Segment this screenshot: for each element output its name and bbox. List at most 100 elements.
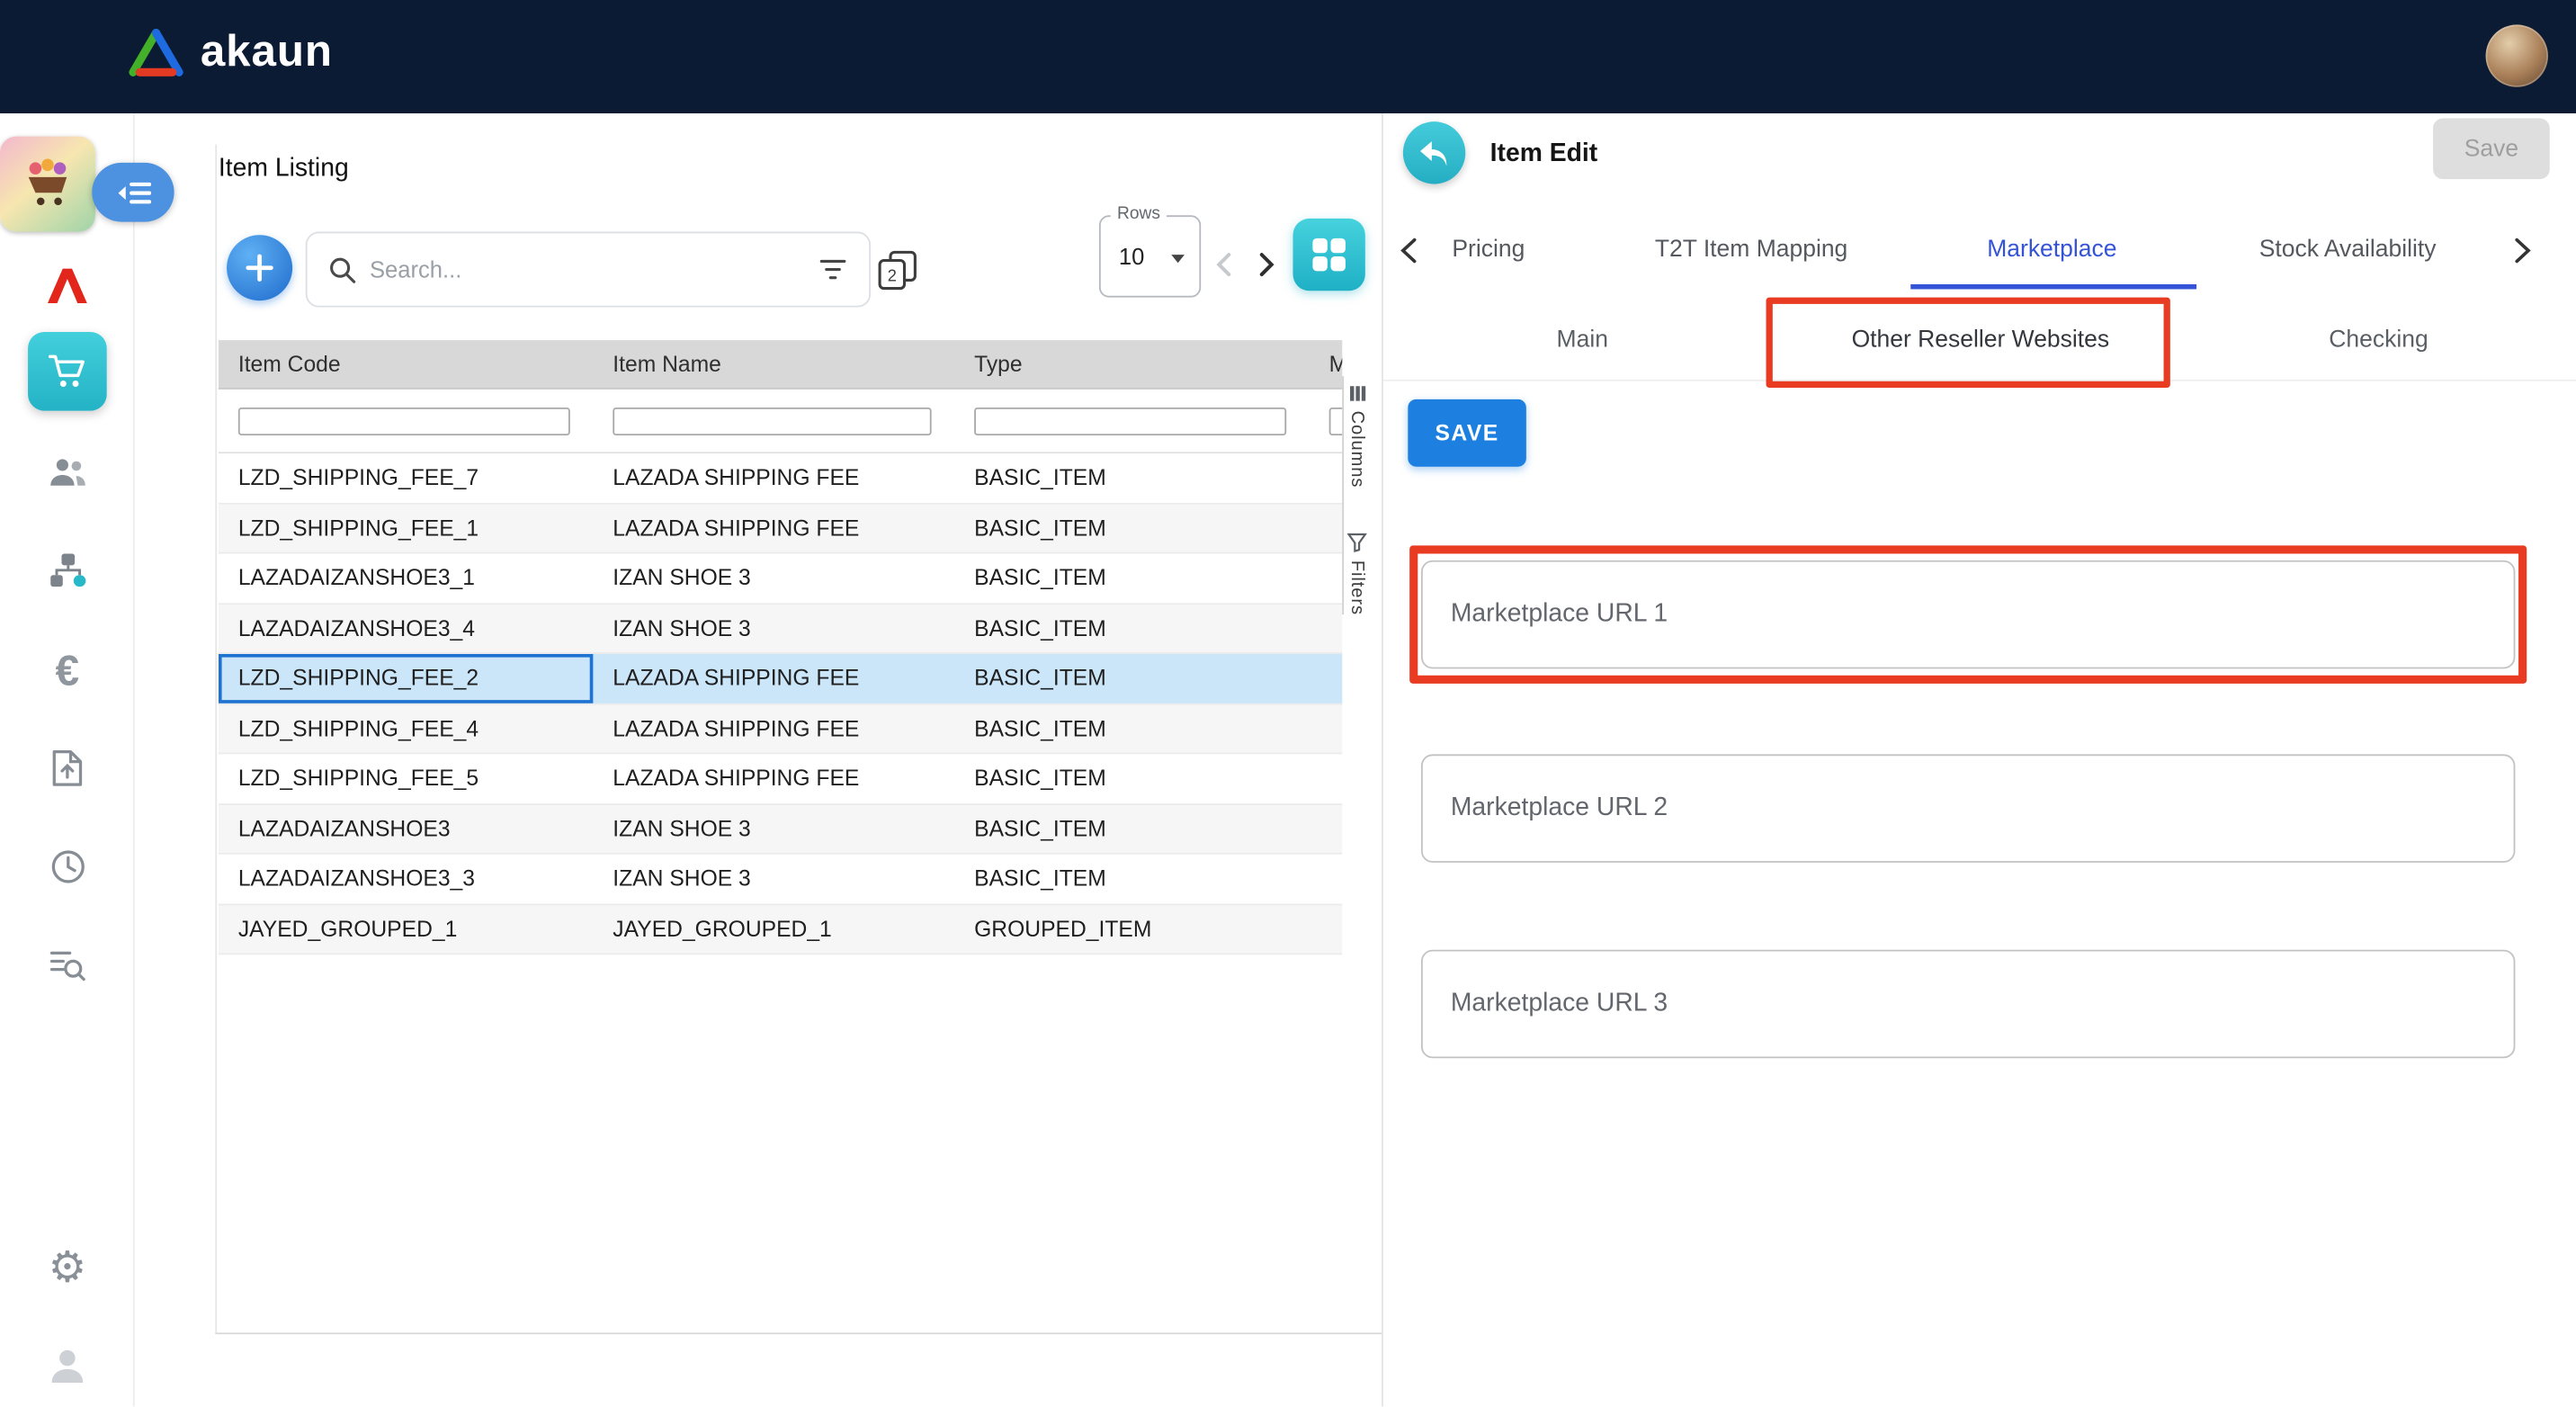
table-row[interactable]: LZD_SHIPPING_FEE_1 LAZADA SHIPPING FEE B… xyxy=(219,504,1342,554)
settings-button[interactable]: ⚙ xyxy=(0,1244,135,1294)
search-list-icon xyxy=(49,947,85,981)
brand[interactable]: akaun xyxy=(128,26,332,77)
cell-item-code: LAZADAIZANSHOE3_3 xyxy=(219,855,593,903)
tab-t2t-item-mapping[interactable]: T2T Item Mapping xyxy=(1655,212,1847,290)
filter-input-item-code[interactable] xyxy=(238,407,570,435)
table-row[interactable]: LAZADAIZANSHOE3 IZAN SHOE 3 BASIC_ITEM xyxy=(219,804,1342,855)
filter-input-type[interactable] xyxy=(974,407,1286,435)
finance-module-button[interactable]: € xyxy=(0,646,135,695)
history-clock-icon xyxy=(49,847,86,885)
active-tab-indicator xyxy=(1910,284,2196,289)
marketplace-url-2-input[interactable] xyxy=(1421,754,2515,863)
cell-item-code: LZD_SHIPPING_FEE_4 xyxy=(219,704,593,753)
cell-item-code: LAZADAIZANSHOE3_4 xyxy=(219,604,593,652)
shopping-cart-icon xyxy=(48,354,87,390)
history-button[interactable] xyxy=(0,843,135,889)
copy-pages-icon: 2 xyxy=(877,250,918,291)
cell-item-name: JAYED_GROUPED_1 xyxy=(593,905,954,954)
cell-type: BASIC_ITEM xyxy=(954,654,1310,703)
pos-module-button[interactable] xyxy=(0,332,135,411)
red-a-glyph-icon xyxy=(46,266,88,306)
file-upload-button[interactable] xyxy=(0,744,135,790)
search-box xyxy=(306,232,871,308)
back-button[interactable] xyxy=(1403,121,1465,184)
flower-basket-icon xyxy=(18,157,77,212)
app-thumbnail-image[interactable] xyxy=(0,137,95,232)
cell-type: BASIC_ITEM xyxy=(954,804,1310,853)
audit-search-button[interactable] xyxy=(0,942,135,988)
filters-panel-toggle[interactable]: Filters xyxy=(1344,524,1370,614)
table-row[interactable]: LAZADAIZANSHOE3_1 IZAN SHOE 3 BASIC_ITEM xyxy=(219,554,1342,605)
cell-item-code: LZD_SHIPPING_FEE_2 xyxy=(219,654,593,703)
cell-item-name: IZAN SHOE 3 xyxy=(593,554,954,603)
rows-per-page-select[interactable]: Rows 10 xyxy=(1099,215,1201,297)
person-icon xyxy=(48,1348,87,1384)
tab-stock-availability[interactable]: Stock Availability xyxy=(2259,212,2437,290)
subtab-main[interactable]: Main xyxy=(1383,300,1782,381)
table-row[interactable]: LZD_SHIPPING_FEE_4 LAZADA SHIPPING FEE B… xyxy=(219,704,1342,755)
grid-view-button[interactable] xyxy=(1292,219,1364,291)
brand-name: akaun xyxy=(201,26,333,77)
sidebar-toggle-button[interactable] xyxy=(92,163,174,222)
table-row[interactable]: LZD_SHIPPING_FEE_7 LAZADA SHIPPING FEE B… xyxy=(219,453,1342,504)
col-header-item-name[interactable]: Item Name xyxy=(593,340,954,388)
duplicate-pages-button[interactable]: 2 xyxy=(877,250,918,296)
save-button[interactable]: SAVE xyxy=(1408,399,1526,467)
profile-button[interactable] xyxy=(0,1342,135,1388)
rows-value: 10 xyxy=(1119,243,1144,269)
cell-item-name: IZAN SHOE 3 xyxy=(593,855,954,903)
chevron-right-icon xyxy=(2514,237,2532,264)
cell-item-code: LZD_SHIPPING_FEE_1 xyxy=(219,504,593,552)
contacts-module-button[interactable] xyxy=(0,449,135,495)
tab-marketplace[interactable]: Marketplace xyxy=(1987,212,2116,290)
user-avatar[interactable] xyxy=(2486,24,2548,86)
file-upload-icon xyxy=(51,748,85,786)
chevron-right-icon xyxy=(1258,251,1275,277)
subtab-checking[interactable]: Checking xyxy=(2179,300,2576,381)
table-row[interactable]: LAZADAIZANSHOE3_3 IZAN SHOE 3 BASIC_ITEM xyxy=(219,855,1342,905)
cell-item-code: LAZADAIZANSHOE3_1 xyxy=(219,554,593,603)
col-header-item-code[interactable]: Item Code xyxy=(219,340,593,388)
page-title: Item Listing xyxy=(219,155,349,184)
left-sidebar: € ⚙ xyxy=(0,113,135,1406)
cell-item-name: LAZADA SHIPPING FEE xyxy=(593,704,954,753)
marketplace-url-3-input[interactable] xyxy=(1421,950,2515,1059)
gear-icon: ⚙ xyxy=(49,1244,87,1294)
filter-input-item-name[interactable] xyxy=(613,407,931,435)
table-row-selected[interactable]: LZD_SHIPPING_FEE_2 LAZADA SHIPPING FEE B… xyxy=(219,654,1342,704)
next-page-button[interactable] xyxy=(1258,251,1275,282)
tabs-scroll-left-button[interactable] xyxy=(1400,237,1418,270)
marketplace-url-1-input[interactable] xyxy=(1421,560,2515,669)
columns-panel-toggle[interactable]: Columns xyxy=(1344,376,1370,488)
col-header-type[interactable]: Type xyxy=(954,340,1310,388)
columns-icon xyxy=(1348,384,1366,402)
col-header-clipped[interactable]: M xyxy=(1310,340,1343,388)
analytics-module-button[interactable] xyxy=(0,547,135,593)
filter-list-icon[interactable] xyxy=(818,258,848,282)
grid-icon xyxy=(1311,237,1347,273)
filter-input-clipped[interactable] xyxy=(1329,407,1343,435)
cell-item-name: LAZADA SHIPPING FEE xyxy=(593,754,954,802)
rows-label: Rows xyxy=(1111,203,1167,223)
red-app-icon[interactable] xyxy=(0,261,135,310)
tab-pricing[interactable]: Pricing xyxy=(1452,212,1525,290)
table-row[interactable]: LAZADAIZANSHOE3_4 IZAN SHOE 3 BASIC_ITEM xyxy=(219,604,1342,654)
previous-page-button[interactable] xyxy=(1216,251,1232,282)
table-row[interactable]: LZD_SHIPPING_FEE_5 LAZADA SHIPPING FEE B… xyxy=(219,754,1342,804)
add-item-button[interactable] xyxy=(227,235,292,300)
cell-item-name: LAZADA SHIPPING FEE xyxy=(593,654,954,703)
cell-item-code: LZD_SHIPPING_FEE_5 xyxy=(219,754,593,802)
people-icon xyxy=(48,454,87,488)
save-button-disabled[interactable]: Save xyxy=(2433,119,2550,180)
cell-type: BASIC_ITEM xyxy=(954,504,1310,552)
chevron-down-icon xyxy=(1171,255,1185,263)
cell-type: BASIC_ITEM xyxy=(954,453,1310,502)
plus-icon xyxy=(245,253,274,282)
subtab-other-reseller-websites[interactable]: Other Reseller Websites xyxy=(1782,300,2180,381)
top-navbar: akaun xyxy=(0,0,2576,113)
table-row[interactable]: JAYED_GROUPED_1 JAYED_GROUPED_1 GROUPED_… xyxy=(219,905,1342,955)
tabs-scroll-right-button[interactable] xyxy=(2514,237,2532,270)
marketplace-url-2-field xyxy=(1421,754,2515,863)
search-input[interactable] xyxy=(370,256,805,282)
cell-item-name: IZAN SHOE 3 xyxy=(593,804,954,853)
